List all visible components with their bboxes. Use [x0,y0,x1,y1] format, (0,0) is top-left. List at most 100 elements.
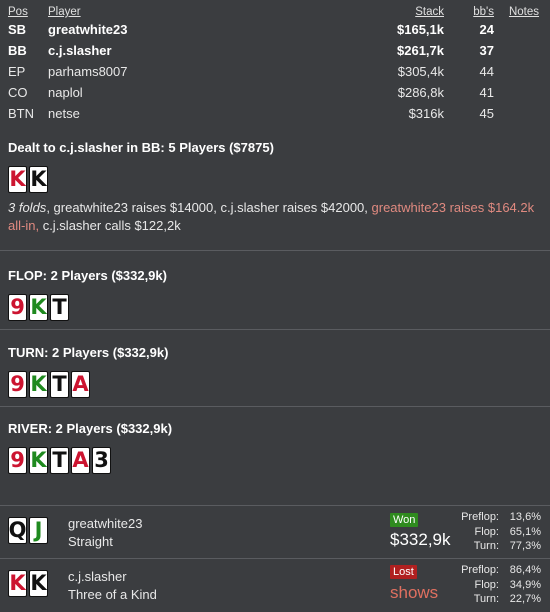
board-cards: 9 K T A 3 [8,447,542,474]
stat-line: Turn: 22,7% [441,592,541,607]
player-bbs: 45 [479,106,494,121]
player-row[interactable]: BB c.j.slasher $261,7k 37 [4,40,550,61]
card: Q [8,517,27,544]
result-row: K K c.j.slasher Three of a Kind Lost sho… [0,559,550,612]
result-cards: Q J [8,517,48,544]
stat-value: 13,6% [509,511,541,523]
header-bbs[interactable]: bb's [448,3,498,19]
shows-text: shows [390,583,439,602]
stat-value: 86,4% [509,564,541,576]
board-cards: 9 K T A [8,371,542,398]
player-name[interactable]: netse [44,103,344,124]
result-hand: Three of a Kind [68,587,157,602]
card: K [29,570,48,597]
player-stack: $316k [408,106,444,121]
river-title: RIVER: 2 Players ($332,9k) [8,421,173,436]
card: 9 [8,447,27,474]
stat-label: Flop: [474,578,499,591]
player-pos: SB [8,22,27,37]
result-cards: K K [8,570,48,597]
player-notes[interactable] [498,61,550,82]
turn-title: TURN: 2 Players ($332,9k) [8,345,169,360]
player-notes[interactable] [498,40,550,61]
stat-label: Preflop: [461,511,499,523]
stat-line: Preflop: 86,4% [441,563,541,578]
players-table-header: Pos Player Stack bb's Notes [4,3,550,19]
player-name[interactable]: parhams8007 [44,61,344,82]
player-row[interactable]: SB greatwhite23 $165,1k 24 [4,19,550,40]
turn-section: TURN: 2 Players ($332,9k) 9 K T A [0,330,550,407]
result-player-name[interactable]: greatwhite23 [68,515,142,533]
result-hand: Straight [68,534,113,549]
stat-line: Flop: 34,9% [441,578,541,593]
flop-title: FLOP: 2 Players ($332,9k) [8,268,167,283]
player-stack: $286,8k [397,85,444,100]
player-pos: BTN [8,106,34,121]
header-notes[interactable]: Notes [498,3,550,19]
card: K [29,371,48,398]
player-notes[interactable] [498,103,550,124]
action-text: , greatwhite23 raises $14000, c.j.slashe… [46,200,372,215]
board-cards: 9 K T [8,294,542,321]
stat-value: 65,1% [509,525,541,538]
player-row[interactable]: BTN netse $316k 45 [4,103,550,124]
stat-label: Flop: [474,525,499,538]
player-bbs: 44 [479,64,494,79]
player-bbs: 37 [479,43,494,58]
player-stack: $261,7k [397,43,444,58]
preflop-section: Dealt to c.j.slasher in BB: 5 Players ($… [0,128,550,251]
flop-section: FLOP: 2 Players ($332,9k) 9 K T [0,251,550,330]
equity-stats: Preflop: 13,6% Flop: 65,1% Turn: 77,3% [441,510,541,554]
stat-label: Turn: [473,593,499,605]
stat-line: Preflop: 13,6% [441,510,541,525]
folds-text: 3 folds [8,200,47,215]
header-player[interactable]: Player [44,3,344,19]
header-pos[interactable]: Pos [4,3,44,19]
player-pos: BB [8,43,27,58]
card: T [50,447,69,474]
header-stack[interactable]: Stack [344,3,448,19]
result-row: Q J greatwhite23 Straight Won $332,9k Pr… [0,506,550,559]
card: T [50,294,69,321]
card: 9 [8,294,27,321]
player-bbs: 41 [479,85,494,100]
player-notes[interactable] [498,82,550,103]
preflop-title: Dealt to c.j.slasher in BB: 5 Players ($… [8,140,274,155]
player-name[interactable]: greatwhite23 [44,19,344,40]
card: J [29,517,48,544]
stat-value: 77,3% [509,540,541,552]
result-player: c.j.slasher Three of a Kind [68,568,157,604]
player-notes[interactable] [498,19,550,40]
card: A [71,447,90,474]
stat-line: Flop: 65,1% [441,525,541,540]
player-row[interactable]: CO naplol $286,8k 41 [4,82,550,103]
card: 3 [92,447,111,474]
player-name[interactable]: naplol [44,82,344,103]
stat-line: Turn: 77,3% [441,539,541,554]
card: A [71,371,90,398]
stat-label: Preflop: [461,564,499,576]
stat-label: Turn: [473,540,499,552]
player-bbs: 24 [479,22,494,37]
card: K [29,294,48,321]
stat-value: 34,9% [509,578,541,591]
equity-stats: Preflop: 86,4% Flop: 34,9% Turn: 22,7% [441,563,541,607]
stat-value: 22,7% [509,593,541,605]
player-row[interactable]: EP parhams8007 $305,4k 44 [4,61,550,82]
card: T [50,371,69,398]
action-text: c.j.slasher calls $122,2k [39,218,181,233]
card: K [29,447,48,474]
hole-cards: K K [8,166,542,193]
preflop-action: 3 folds, greatwhite23 raises $14000, c.j… [8,199,542,235]
player-name[interactable]: c.j.slasher [44,40,344,61]
card: K [29,166,48,193]
result-player-name[interactable]: c.j.slasher [68,568,157,586]
lost-badge: Lost [390,565,417,579]
player-stack: $305,4k [397,64,444,79]
hand-history-view: Pos Player Stack bb's Notes SB greatwhit… [0,3,550,612]
players-table: Pos Player Stack bb's Notes SB greatwhit… [4,3,550,124]
player-pos: EP [8,64,26,79]
player-stack: $165,1k [397,22,444,37]
won-badge: Won [390,513,419,527]
river-section: RIVER: 2 Players ($332,9k) 9 K T A 3 [0,407,550,506]
